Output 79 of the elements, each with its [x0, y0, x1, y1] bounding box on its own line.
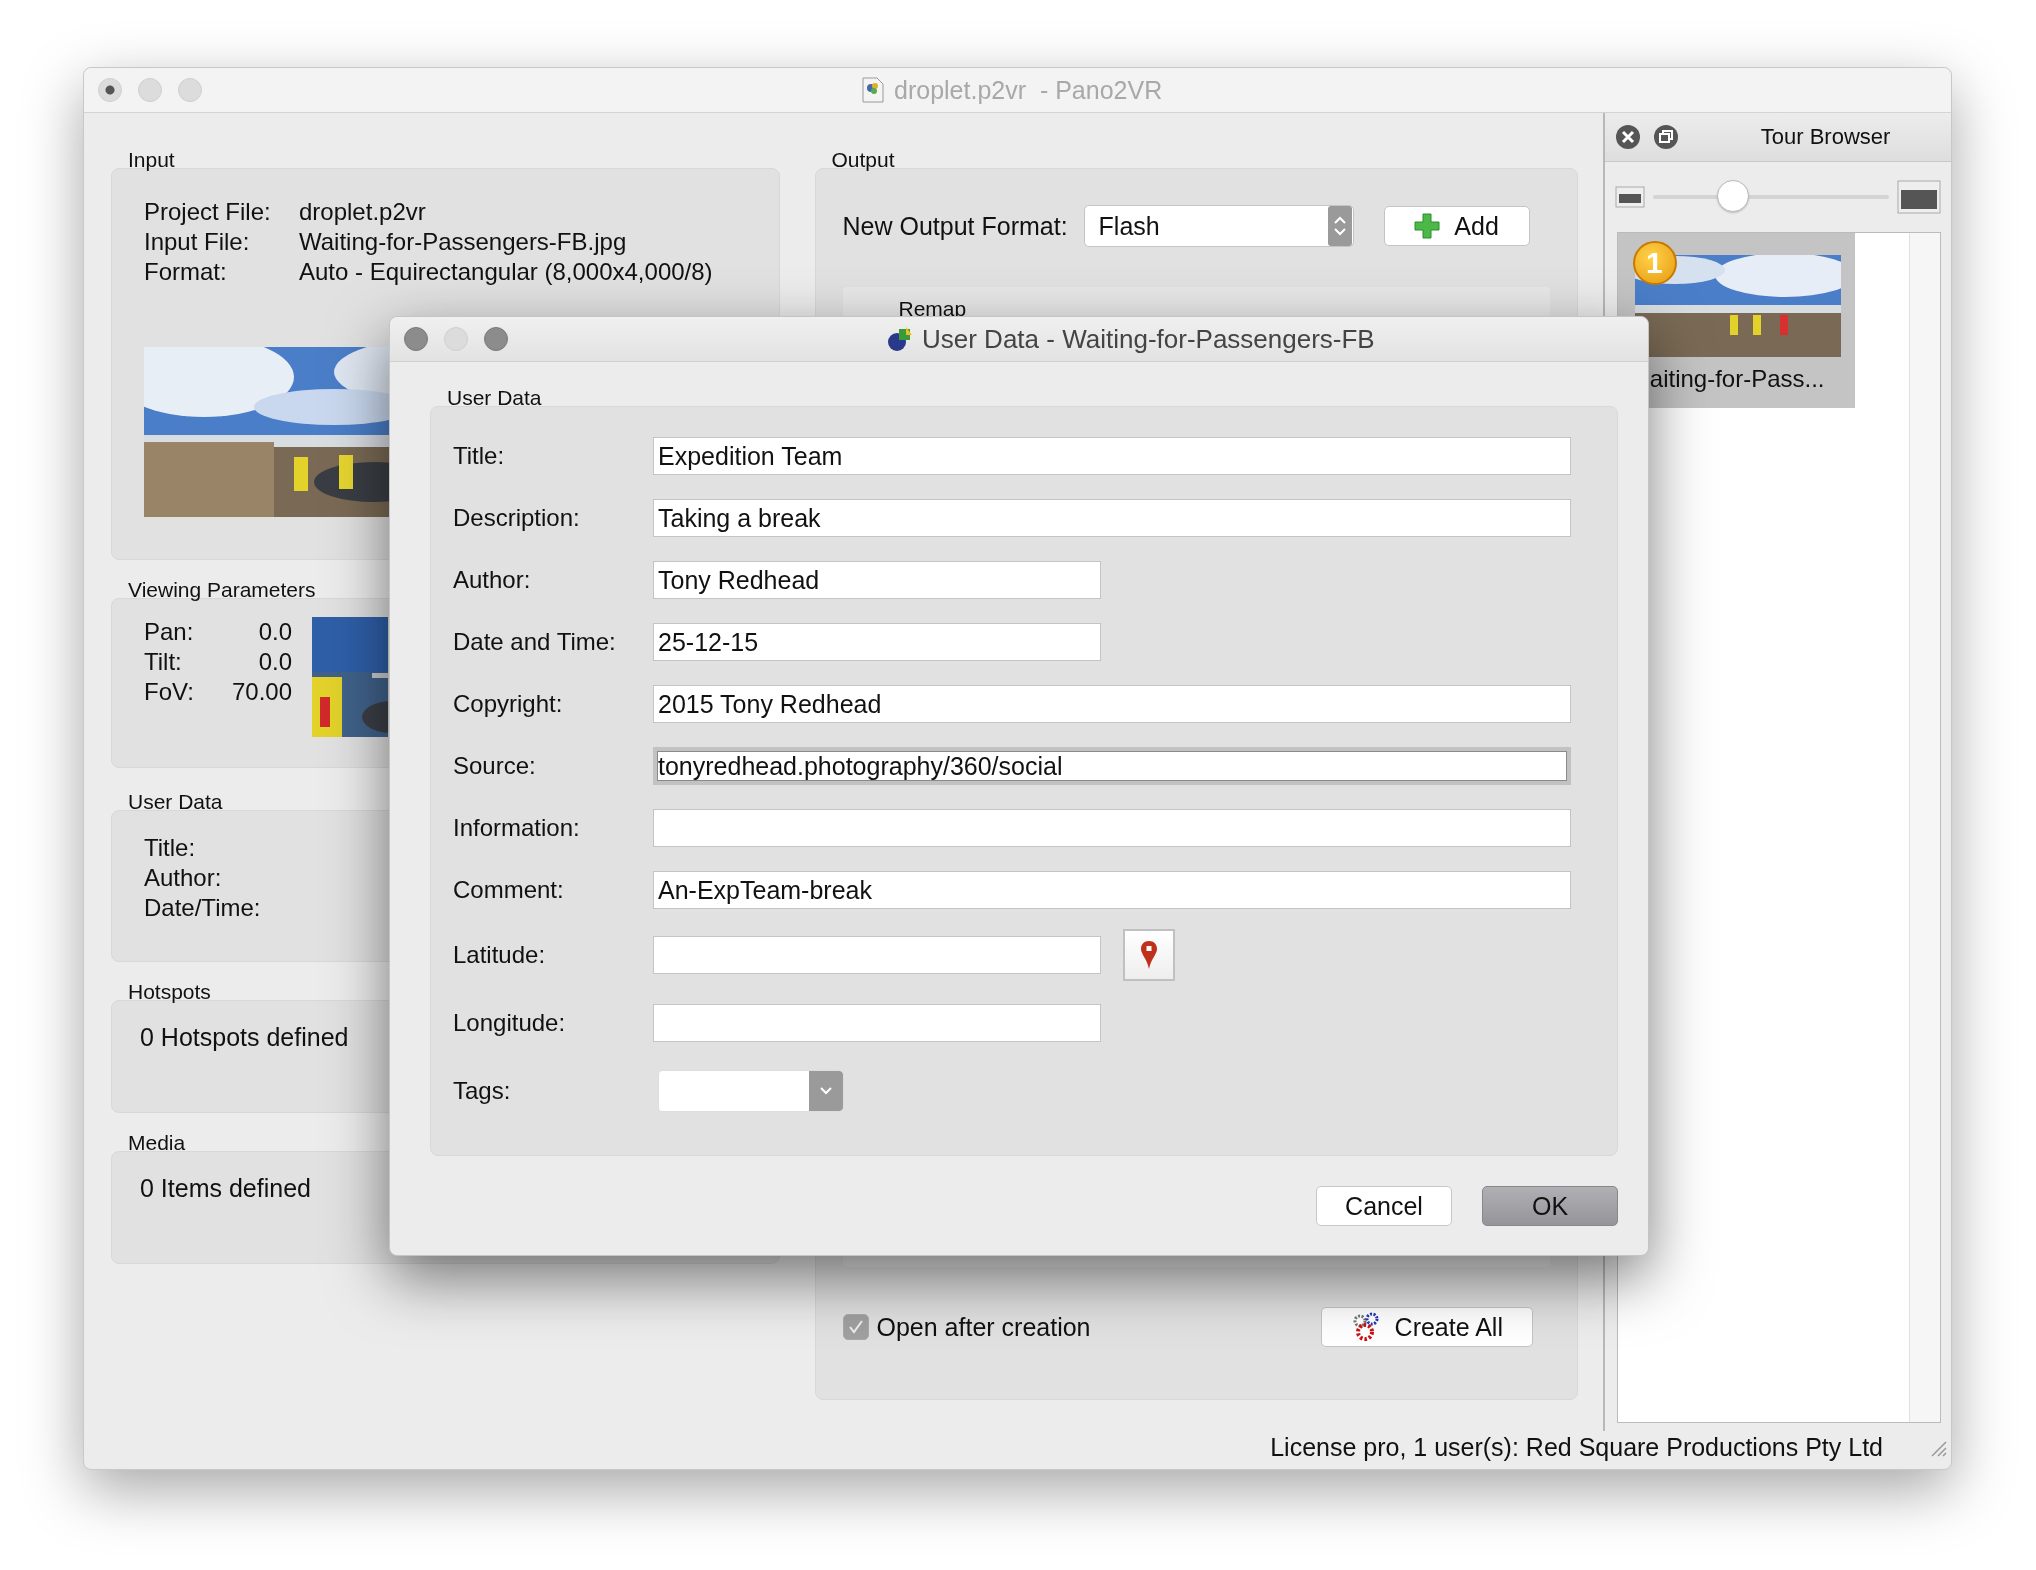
minimize-button[interactable] — [444, 327, 468, 351]
group-label: Remap — [898, 297, 967, 320]
input-field[interactable]: Expedition Team — [653, 437, 1571, 475]
plus-icon — [1414, 213, 1441, 239]
property-value: 0.0 — [257, 647, 292, 677]
property-value: Auto - Equirectangular (8,000x4,000/8) — [299, 257, 714, 287]
property-value: Waiting-for-Passengers-FB.jpg — [299, 227, 628, 257]
input-field[interactable] — [653, 809, 1571, 847]
map-pin-icon — [1139, 940, 1159, 970]
group-label: User Data — [128, 790, 223, 814]
input-field[interactable]: An-ExpTeam-break — [653, 871, 1571, 909]
input-field[interactable] — [653, 936, 1101, 974]
minimize-button[interactable] — [138, 78, 162, 102]
large-image-icon — [1897, 180, 1941, 214]
field-label: Author: — [453, 566, 532, 594]
group-label: Output — [831, 148, 895, 172]
format-label: New Output Format: — [842, 211, 1068, 241]
window-title: droplet.p2vr - Pano2VR — [894, 75, 1163, 105]
field-label: Comment: — [453, 876, 565, 904]
close-button[interactable] — [404, 327, 428, 351]
property-value: 70.00 — [230, 677, 292, 707]
property-label: Date/Time: — [144, 893, 261, 923]
panel-title: Tour Browser — [1760, 124, 1891, 150]
input-field[interactable]: Tony Redhead — [653, 561, 1101, 599]
stepper-icon — [1327, 206, 1352, 246]
property-value: droplet.p2vr — [299, 197, 427, 227]
field-label: Copyright: — [453, 690, 564, 718]
number-badge: 1 — [1632, 241, 1677, 285]
input-field[interactable]: 25-12-15 — [653, 623, 1101, 661]
size-slider[interactable] — [1717, 180, 1750, 212]
add-button[interactable]: Add — [1383, 206, 1530, 246]
panorama-thumbnail[interactable]: 1 aiting-for-Pass... — [1617, 233, 1855, 408]
field-label: Longitude: — [453, 1009, 567, 1037]
tags-dropdown[interactable] — [658, 1070, 844, 1112]
close-icon[interactable] — [1614, 124, 1641, 150]
dialog-title: User Data - Waiting-for-Passengers-FB — [922, 323, 1375, 355]
restore-icon[interactable] — [1652, 124, 1679, 150]
license-text: License pro, 1 user(s): Red Square Productions Pty Ltd — [1270, 1432, 1883, 1462]
property-label: Input File: — [144, 227, 251, 257]
checkbox[interactable] — [842, 1314, 869, 1340]
dialog-button[interactable]: Cancel — [1316, 1186, 1452, 1226]
create-all-button[interactable]: Create All — [1320, 1307, 1533, 1347]
field-label: Information: — [453, 814, 581, 842]
group-label: User Data — [447, 386, 542, 410]
checkbox-label: Open after creation — [876, 1312, 1091, 1342]
group-label: Hotspots — [128, 980, 211, 1004]
input-field[interactable]: Taking a break — [653, 499, 1571, 537]
dialog-button[interactable]: OK — [1482, 1186, 1618, 1226]
input-field[interactable]: 2015 Tony Redhead — [653, 685, 1571, 723]
field-label: Date and Time: — [453, 628, 617, 656]
hotspot-count: 0 Hotspots defined — [140, 1023, 349, 1051]
map-pin-button[interactable] — [1123, 929, 1175, 981]
property-label: Tilt: — [144, 647, 183, 677]
scrollbar[interactable] — [1909, 233, 1940, 1422]
chevron-down-icon — [819, 1086, 833, 1096]
property-label: Pan: — [144, 617, 195, 647]
property-label: Title: — [144, 833, 196, 863]
small-image-icon — [1614, 186, 1645, 208]
property-value: 0.0 — [257, 617, 292, 647]
field-label: Description: — [453, 504, 581, 532]
zoom-button[interactable] — [484, 327, 508, 351]
checkmark-icon — [846, 1318, 865, 1336]
field-label: Latitude: — [453, 941, 547, 969]
document-icon — [862, 77, 884, 103]
format-dropdown[interactable]: Flash — [1083, 205, 1354, 247]
group-label: Media — [128, 1131, 186, 1155]
media-count: 0 Items defined — [140, 1174, 311, 1202]
field-label: Source: — [453, 752, 537, 780]
property-label: Format: — [144, 257, 228, 287]
input-field[interactable] — [653, 1004, 1101, 1042]
group-label: Input — [128, 148, 175, 172]
property-label: FoV: — [144, 677, 195, 707]
property-label: Author: — [144, 863, 222, 893]
field-label: Tags: — [453, 1077, 512, 1105]
field-label: Title: — [453, 442, 506, 470]
app-icon — [886, 325, 914, 353]
input-field[interactable]: tonyredhead.photography/360/social — [653, 747, 1571, 785]
group-label: Viewing Parameters — [128, 578, 316, 602]
property-label: Project File: — [144, 197, 272, 227]
